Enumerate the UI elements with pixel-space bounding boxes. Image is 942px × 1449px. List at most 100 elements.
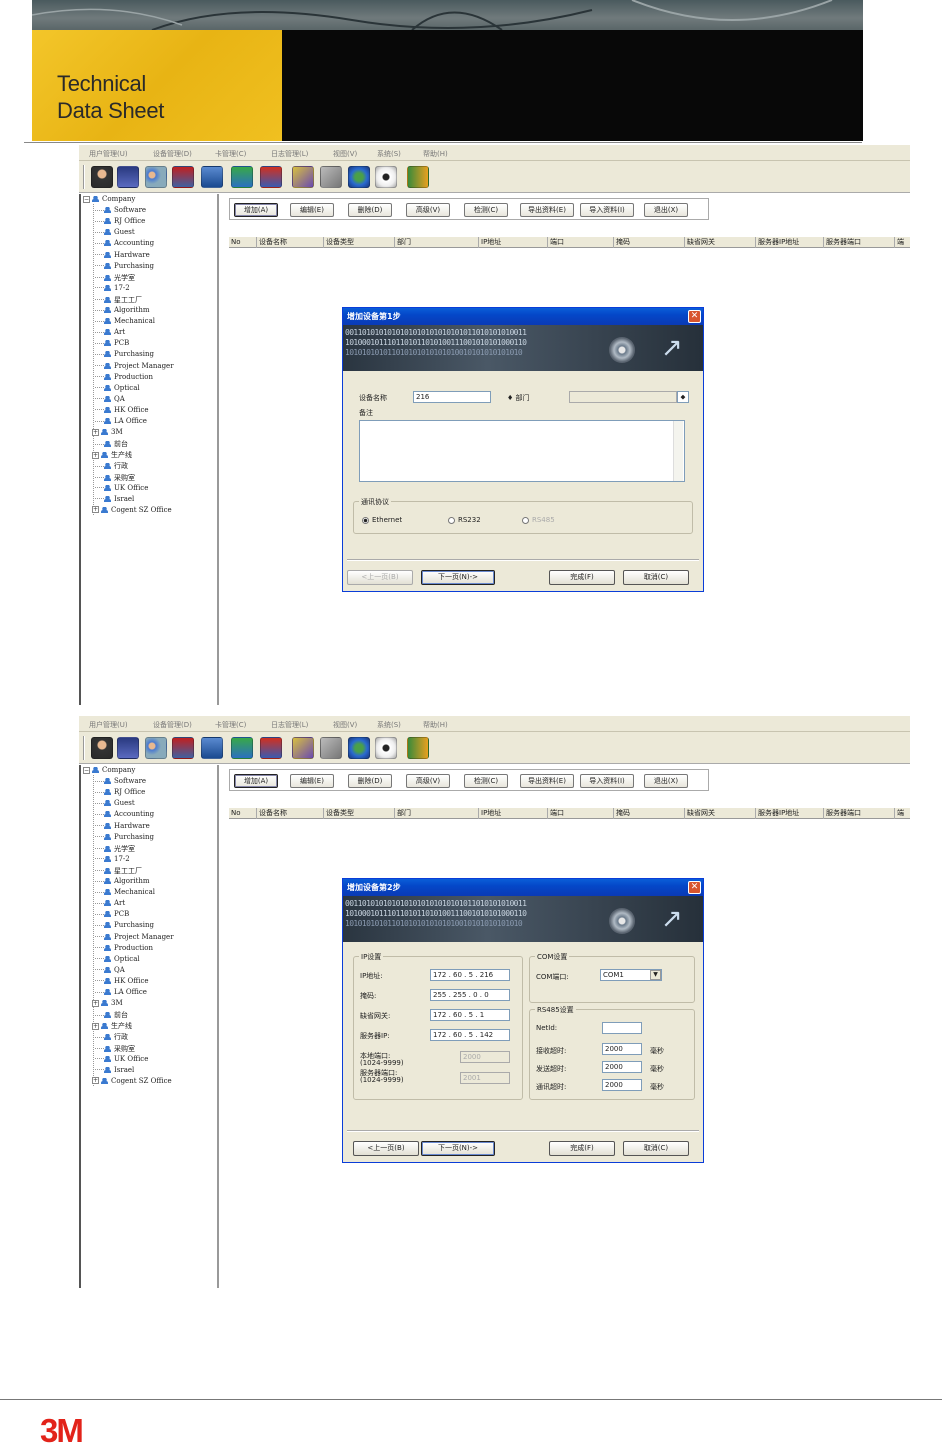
expand-icon[interactable]: + bbox=[92, 1077, 99, 1085]
exit-door-icon[interactable] bbox=[407, 166, 429, 188]
col-server-ip[interactable]: 服务器IP地址 bbox=[756, 237, 824, 248]
next-button[interactable]: 下一页(N)-> bbox=[421, 1141, 495, 1156]
tree-root[interactable]: − Company bbox=[83, 766, 135, 774]
menu-help[interactable]: 帮助(H) bbox=[423, 720, 448, 730]
tree-item[interactable]: QA bbox=[95, 395, 125, 403]
tree-item[interactable]: PCB bbox=[95, 910, 129, 918]
expand-icon[interactable]: + bbox=[92, 1022, 99, 1030]
tree-item[interactable]: QA bbox=[95, 966, 125, 974]
col-gateway[interactable]: 缺省网关 bbox=[685, 808, 756, 819]
tree-item[interactable]: Algorithm bbox=[95, 877, 150, 885]
col-device-type[interactable]: 设备类型 bbox=[324, 808, 395, 819]
menu-log[interactable]: 日志管理(L) bbox=[271, 720, 308, 730]
export-button[interactable]: 导出资料(E) bbox=[520, 774, 574, 788]
advanced-button[interactable]: 高级(V) bbox=[406, 774, 450, 788]
tree-item[interactable]: Art bbox=[95, 899, 125, 907]
tree-item[interactable]: Production bbox=[95, 373, 153, 381]
tree-item[interactable]: LA Office bbox=[95, 417, 147, 425]
tree-item[interactable]: HK Office bbox=[95, 977, 149, 985]
user-icon[interactable] bbox=[91, 737, 113, 759]
check-button[interactable]: 检测(C) bbox=[464, 203, 508, 217]
menu-view[interactable]: 视图(V) bbox=[333, 149, 357, 159]
tree-item[interactable]: Accounting bbox=[95, 810, 154, 818]
search-doc-icon[interactable] bbox=[201, 166, 223, 188]
edit-button[interactable]: 编辑(E) bbox=[290, 203, 334, 217]
col-ip-address[interactable]: IP地址 bbox=[479, 808, 548, 819]
expand-icon[interactable]: + bbox=[92, 451, 99, 459]
rs485-radio[interactable]: RS485 bbox=[522, 516, 555, 524]
tree-item[interactable]: 采购室 bbox=[95, 473, 135, 483]
card-user-icon[interactable] bbox=[172, 737, 194, 759]
tree-item[interactable]: Optical bbox=[95, 384, 140, 392]
tree-item[interactable]: Guest bbox=[95, 228, 135, 236]
ethernet-radio[interactable]: Ethernet bbox=[362, 516, 402, 524]
tree-item[interactable]: +3M bbox=[92, 999, 123, 1007]
tree-item[interactable]: Hardware bbox=[95, 251, 150, 259]
menu-user[interactable]: 用户管理(U) bbox=[89, 720, 128, 730]
collapse-icon[interactable]: − bbox=[83, 766, 90, 774]
device-icon[interactable] bbox=[117, 166, 139, 188]
globe-icon[interactable] bbox=[348, 737, 370, 759]
tree-item[interactable]: 光学室 bbox=[95, 844, 135, 854]
tree-item[interactable]: PCB bbox=[95, 339, 129, 347]
col-port[interactable]: 端口 bbox=[548, 808, 614, 819]
user-lock-icon[interactable] bbox=[260, 737, 282, 759]
send-timeout-input[interactable]: 2000 bbox=[602, 1061, 642, 1073]
tree-item[interactable]: 行政 bbox=[95, 461, 128, 471]
col-department[interactable]: 部门 bbox=[395, 808, 479, 819]
tree-item[interactable]: RJ Office bbox=[95, 788, 145, 796]
menu-card[interactable]: 卡管理(C) bbox=[215, 149, 246, 159]
tree-item[interactable]: Mechanical bbox=[95, 317, 155, 325]
tree-item[interactable]: Software bbox=[95, 206, 146, 214]
add-button[interactable]: 增加(A) bbox=[234, 774, 278, 788]
tree-item[interactable]: 采购室 bbox=[95, 1044, 135, 1054]
tree-item[interactable]: 17-2 bbox=[95, 855, 130, 863]
col-no[interactable]: No bbox=[229, 237, 257, 248]
tree-item[interactable]: RJ Office bbox=[95, 217, 145, 225]
collapse-icon[interactable]: − bbox=[83, 195, 90, 203]
tree-item[interactable]: Optical bbox=[95, 955, 140, 963]
server-ip-input[interactable]: 172 . 60 . 5 . 142 bbox=[430, 1029, 510, 1041]
menu-system[interactable]: 系统(S) bbox=[377, 149, 401, 159]
tree-item[interactable]: Production bbox=[95, 944, 153, 952]
chevron-down-icon[interactable]: ▼ bbox=[650, 970, 661, 980]
col-device-name[interactable]: 设备名称 bbox=[257, 808, 324, 819]
tree-item[interactable]: Art bbox=[95, 328, 125, 336]
eye-icon[interactable] bbox=[375, 166, 397, 188]
export-button[interactable]: 导出资料(E) bbox=[520, 203, 574, 217]
delete-button[interactable]: 删除(D) bbox=[348, 203, 392, 217]
import-button[interactable]: 导入资料(I) bbox=[580, 774, 634, 788]
department-picker-button[interactable]: ⬥ bbox=[677, 391, 689, 403]
col-gateway[interactable]: 缺省网关 bbox=[685, 237, 756, 248]
tree-item[interactable]: Project Manager bbox=[95, 362, 174, 370]
col-device-type[interactable]: 设备类型 bbox=[324, 237, 395, 248]
tree-item[interactable]: Project Manager bbox=[95, 933, 174, 941]
user-lock-icon[interactable] bbox=[260, 166, 282, 188]
ip-address-input[interactable]: 172 . 60 . 5 . 216 bbox=[430, 969, 510, 981]
card-user-icon[interactable] bbox=[172, 166, 194, 188]
advanced-button[interactable]: 高级(V) bbox=[406, 203, 450, 217]
mask-input[interactable]: 255 . 255 . 0 . 0 bbox=[430, 989, 510, 1001]
device-name-input[interactable]: 216 bbox=[413, 391, 491, 403]
tree-root[interactable]: − Company bbox=[83, 195, 135, 203]
col-more[interactable]: 端 bbox=[895, 808, 910, 819]
tree-item[interactable]: LA Office bbox=[95, 988, 147, 996]
col-no[interactable]: No bbox=[229, 808, 257, 819]
users-group-icon[interactable] bbox=[145, 737, 167, 759]
tree-item[interactable]: Israel bbox=[95, 1066, 134, 1074]
tree-item[interactable]: 星工工厂 bbox=[95, 295, 142, 305]
col-server-port[interactable]: 服务器端口 bbox=[824, 237, 895, 248]
close-icon[interactable]: ✕ bbox=[688, 881, 701, 894]
tree-item[interactable]: 星工工厂 bbox=[95, 866, 142, 876]
department-field[interactable] bbox=[569, 391, 677, 403]
col-server-port[interactable]: 服务器端口 bbox=[824, 808, 895, 819]
col-mask[interactable]: 掩码 bbox=[614, 808, 685, 819]
check-button[interactable]: 检测(C) bbox=[464, 774, 508, 788]
gateway-input[interactable]: 172 . 60 . 5 . 1 bbox=[430, 1009, 510, 1021]
menu-device[interactable]: 设备管理(D) bbox=[153, 720, 192, 730]
tree-item[interactable]: 前台 bbox=[95, 1010, 128, 1020]
col-ip-address[interactable]: IP地址 bbox=[479, 237, 548, 248]
col-more[interactable]: 端 bbox=[895, 237, 910, 248]
close-icon[interactable]: ✕ bbox=[688, 310, 701, 323]
netid-input[interactable] bbox=[602, 1022, 642, 1034]
